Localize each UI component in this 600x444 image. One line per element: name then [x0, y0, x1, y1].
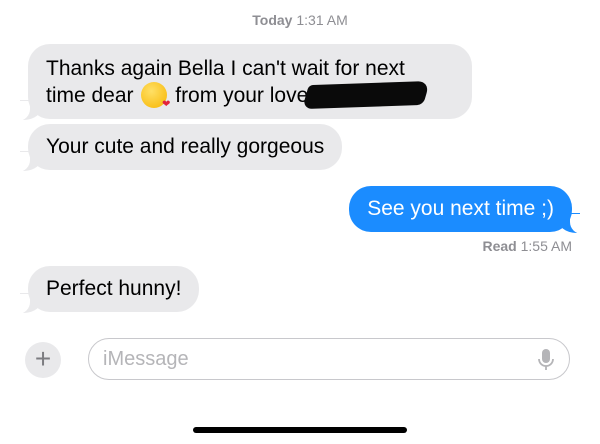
read-receipt: Read 1:55 AM	[483, 238, 573, 254]
redaction-scribble	[302, 80, 431, 110]
home-indicator[interactable]	[193, 427, 407, 433]
read-label: Read	[482, 238, 517, 254]
incoming-message-bubble[interactable]: Perfect hunny!	[28, 266, 200, 312]
timestamp-time: 1:31 AM	[296, 12, 348, 28]
message-text: from your love	[175, 84, 309, 107]
outgoing-message-bubble[interactable]: See you next time ;)	[349, 186, 572, 232]
message-input-field[interactable]	[88, 338, 570, 380]
conversation-timestamp: Today 1:31 AM	[0, 12, 600, 28]
message-line: Thanks again Bella I can't wait for next	[46, 57, 405, 80]
message-text: time dear	[46, 84, 134, 107]
read-time: 1:55 AM	[520, 238, 572, 254]
imessage-input[interactable]	[103, 346, 503, 372]
message-text: See you next time ;)	[367, 197, 554, 220]
microphone-icon[interactable]	[537, 348, 555, 372]
add-attachment-button[interactable]: +	[25, 342, 61, 378]
message-text: Your cute and really gorgeous	[46, 135, 325, 158]
kiss-emoji-icon	[141, 82, 170, 118]
message-text: Perfect hunny!	[46, 277, 182, 300]
incoming-message-bubble[interactable]: Your cute and really gorgeous	[28, 124, 343, 170]
timestamp-day: Today	[252, 12, 293, 28]
incoming-message-bubble[interactable]: Thanks again Bella I can't wait for next…	[28, 44, 472, 119]
message-line: time dear from your love	[46, 80, 454, 118]
